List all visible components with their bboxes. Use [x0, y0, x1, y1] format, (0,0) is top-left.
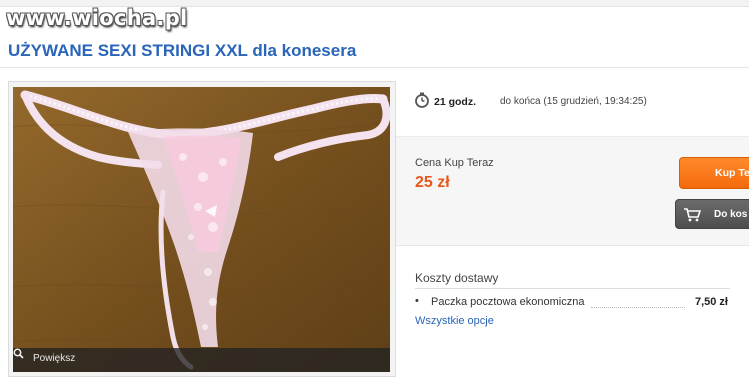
add-to-cart-button[interactable]: Do kos — [675, 199, 749, 229]
buy-now-box: Cena Kup Teraz 25 zł Kup Te Do kos — [396, 136, 749, 246]
product-photo-illustration — [13, 87, 390, 372]
shipping-option: • Paczka pocztowa ekonomiczna 7,50 zł — [415, 295, 730, 311]
buy-now-button[interactable]: Kup Te — [679, 157, 749, 189]
buy-now-label: Kup Te — [715, 167, 749, 179]
price-label: Cena Kup Teraz — [415, 157, 494, 169]
dotted-leader — [591, 307, 685, 308]
clock-icon — [415, 92, 429, 108]
cart-icon — [684, 208, 701, 222]
bullet: • — [415, 295, 419, 307]
shipping-divider — [415, 288, 730, 289]
end-date: do końca (15 grudzień, 19:34:25) — [500, 96, 647, 107]
image-gallery: Powiększ — [8, 81, 396, 377]
title-divider — [0, 67, 749, 68]
shipping-option-price: 7,50 zł — [694, 296, 728, 308]
watermark: www.wiocha.pl — [6, 6, 188, 30]
add-to-cart-label: Do kos — [714, 209, 748, 220]
shipping-heading: Koszty dostawy — [415, 271, 499, 285]
price: 25 zł — [415, 174, 450, 191]
time-left: 21 godz. — [434, 96, 477, 108]
all-shipping-options-link[interactable]: Wszystkie opcje — [415, 315, 494, 327]
magnifier-icon — [13, 348, 24, 359]
zoom-button[interactable]: Powiększ — [13, 348, 390, 372]
offer-details: 21 godz. do końca (15 grudzień, 19:34:25… — [396, 81, 749, 377]
shipping-option-name: Paczka pocztowa ekonomiczna — [431, 296, 585, 308]
zoom-label: Powiększ — [33, 353, 76, 364]
listing-title: UŻYWANE SEXI STRINGI XXL dla konesera — [8, 41, 357, 60]
product-photo[interactable]: Powiększ — [13, 87, 390, 372]
